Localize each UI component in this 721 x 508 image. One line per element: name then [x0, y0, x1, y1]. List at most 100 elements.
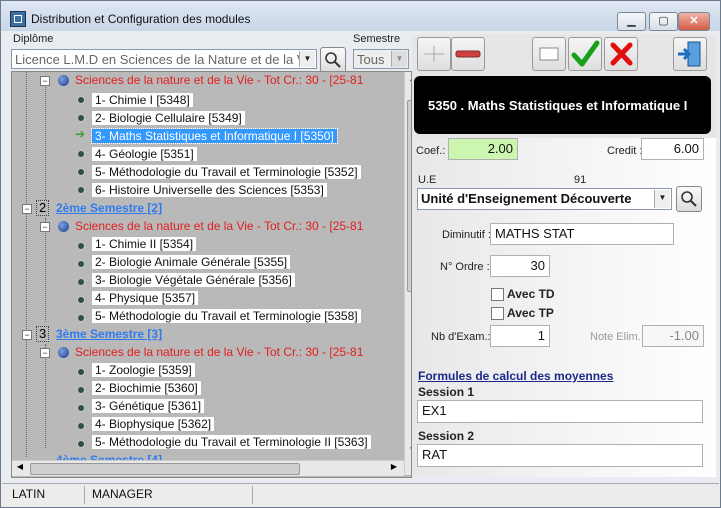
module-bullet-icon [78, 279, 84, 285]
tree-module-row[interactable]: 3- Biologie Végétale Générale [5356] [92, 272, 295, 289]
ordre-label: N° Ordre : [440, 261, 490, 273]
delete-button[interactable] [451, 37, 485, 71]
scroll-thumb[interactable] [30, 463, 300, 475]
scroll-left-arrow[interactable]: ◀ [14, 462, 26, 474]
tree-module-row[interactable]: 1- Zoologie [5359] [92, 362, 195, 379]
collapse-toggle[interactable]: − [40, 76, 50, 86]
tree-module-row[interactable]: 4- Biophysique [5362] [92, 416, 215, 433]
tree-ue-row[interactable]: Sciences de la nature et de la Vie - Tot… [75, 344, 363, 361]
arrow-right-icon: ➔ [75, 127, 86, 141]
coef-label: Coef.: [416, 145, 446, 157]
avec-tp-label: Avec TP [507, 306, 554, 320]
module-bullet-icon [78, 243, 84, 249]
diplome-search-button[interactable] [320, 47, 346, 73]
module-bullet-icon [78, 297, 84, 303]
globe-icon [58, 221, 69, 232]
tree-module-row[interactable]: 5- Méthodologie du Travail et Terminolog… [92, 434, 371, 451]
window-title: Distribution et Configuration des module… [31, 12, 251, 26]
diplome-select[interactable]: Licence L.M.D en Sciences de la Nature e… [11, 49, 317, 69]
module-title: 5350 . Maths Statistiques et Informatiqu… [428, 98, 688, 113]
tree-module-row[interactable]: 3- Génétique [5361] [92, 398, 205, 415]
app-icon [10, 11, 26, 27]
module-form: Coef.: 2.00 Credit : 6.00 U.E 91 Unité d… [412, 138, 716, 477]
module-bullet-icon [78, 151, 84, 157]
rectangle-icon [539, 47, 559, 61]
session2-field[interactable]: RAT [417, 444, 703, 467]
tree-semestre-row[interactable]: 2ème Semestre [2] [56, 200, 162, 217]
collapse-toggle[interactable]: − [22, 330, 32, 340]
tree-module-row[interactable]: 4- Géologie [5351] [92, 146, 197, 163]
tree-ue-row[interactable]: Sciences de la nature et de la Vie - Tot… [75, 218, 363, 235]
confirm-button[interactable] [568, 37, 602, 71]
module-bullet-icon [78, 187, 84, 193]
tree-vertical-scrollbar[interactable]: ▲ ▼ [404, 72, 411, 475]
exit-button[interactable] [673, 37, 707, 71]
tree-horizontal-scrollbar[interactable]: ◀ ▶ [12, 460, 404, 476]
ue-search-button[interactable] [676, 186, 702, 212]
tree-module-row[interactable]: 2- Biologie Animale Générale [5355] [92, 254, 291, 271]
module-bullet-icon [78, 423, 84, 429]
modules-tree[interactable]: − Sciences de la nature et de la Vie - T… [11, 71, 412, 478]
semestre-select[interactable]: Tous ▼ [353, 49, 409, 69]
tree-module-row[interactable]: 5- Méthodologie du Travail et Terminolog… [92, 308, 361, 325]
nb-exam-field[interactable]: 1 [490, 325, 550, 347]
scroll-right-arrow[interactable]: ▶ [388, 462, 400, 474]
ue-select[interactable]: Unité d'Enseignement Découverte ▼ [417, 188, 672, 210]
credit-label: Credit : [607, 145, 643, 157]
tree-module-row[interactable]: 6- Histoire Universelle des Sciences [53… [92, 182, 327, 199]
cancel-button[interactable] [604, 37, 638, 71]
module-bullet-icon [78, 315, 84, 321]
tree-module-row[interactable]: 4- Physique [5357] [92, 290, 199, 307]
tree-module-row[interactable]: 2- Biochimie [5360] [92, 380, 201, 397]
tree-module-row[interactable]: 5- Méthodologie du Travail et Terminolog… [92, 164, 361, 181]
x-icon [610, 42, 633, 66]
module-bullet-icon [78, 261, 84, 267]
minus-icon [455, 50, 481, 58]
collapse-toggle[interactable]: − [40, 222, 50, 232]
status-user: MANAGER [92, 487, 153, 501]
module-bullet-icon [78, 115, 84, 121]
coef-field[interactable]: 2.00 [448, 138, 518, 160]
note-elim-field[interactable]: -1.00 [642, 325, 704, 347]
session1-field[interactable]: EX1 [417, 400, 703, 423]
blank-button[interactable] [532, 37, 566, 71]
tree-ue-row[interactable]: Sciences de la nature et de la Vie - Tot… [75, 72, 363, 89]
module-bullet-icon [78, 97, 84, 103]
chevron-down-icon[interactable]: ▼ [391, 51, 407, 67]
title-bar[interactable]: Distribution et Configuration des module… [1, 1, 720, 31]
tree-module-row[interactable]: 2- Biologie Cellulaire [5349] [92, 110, 245, 127]
module-bullet-icon [78, 405, 84, 411]
globe-icon [58, 347, 69, 358]
search-icon [325, 52, 341, 68]
module-bullet-icon [78, 169, 84, 175]
semestre-label: Semestre [353, 33, 401, 45]
minimize-button[interactable]: ▁ [617, 12, 646, 31]
checkmark-icon [571, 40, 600, 67]
chevron-down-icon[interactable]: ▼ [299, 51, 315, 67]
semestre-number: 2 [36, 200, 50, 216]
status-language: LATIN [12, 487, 46, 501]
avec-tp-checkbox[interactable] [491, 307, 504, 320]
module-bullet-icon [78, 387, 84, 393]
diminutif-field[interactable]: MATHS STAT [490, 223, 674, 245]
module-header: 5350 . Maths Statistiques et Informatiqu… [414, 76, 711, 134]
avec-td-checkbox[interactable] [491, 288, 504, 301]
tree-module-row-selected[interactable]: 3- Maths Statistiques et Informatique I … [91, 128, 338, 145]
tree-module-row[interactable]: 1- Chimie II [5354] [92, 236, 197, 253]
chevron-down-icon[interactable]: ▼ [654, 190, 670, 208]
add-button[interactable] [417, 37, 451, 71]
semestre-number: 3 [36, 326, 50, 342]
close-button[interactable]: ✕ [678, 12, 710, 31]
ordre-field[interactable]: 30 [490, 255, 550, 277]
module-bullet-icon [78, 441, 84, 447]
credit-field[interactable]: 6.00 [641, 138, 704, 160]
ue-code: 91 [574, 174, 587, 186]
diplome-label: Diplôme [13, 33, 54, 45]
collapse-toggle[interactable]: − [22, 204, 32, 214]
collapse-toggle[interactable]: − [40, 348, 50, 358]
search-icon [681, 191, 697, 207]
maximize-button[interactable]: ▢ [649, 12, 678, 31]
nb-exam-label: Nb d'Exam.: [431, 331, 491, 343]
tree-module-row[interactable]: 1- Chimie I [5348] [92, 92, 193, 109]
tree-semestre-row[interactable]: 3ème Semestre [3] [56, 326, 162, 343]
